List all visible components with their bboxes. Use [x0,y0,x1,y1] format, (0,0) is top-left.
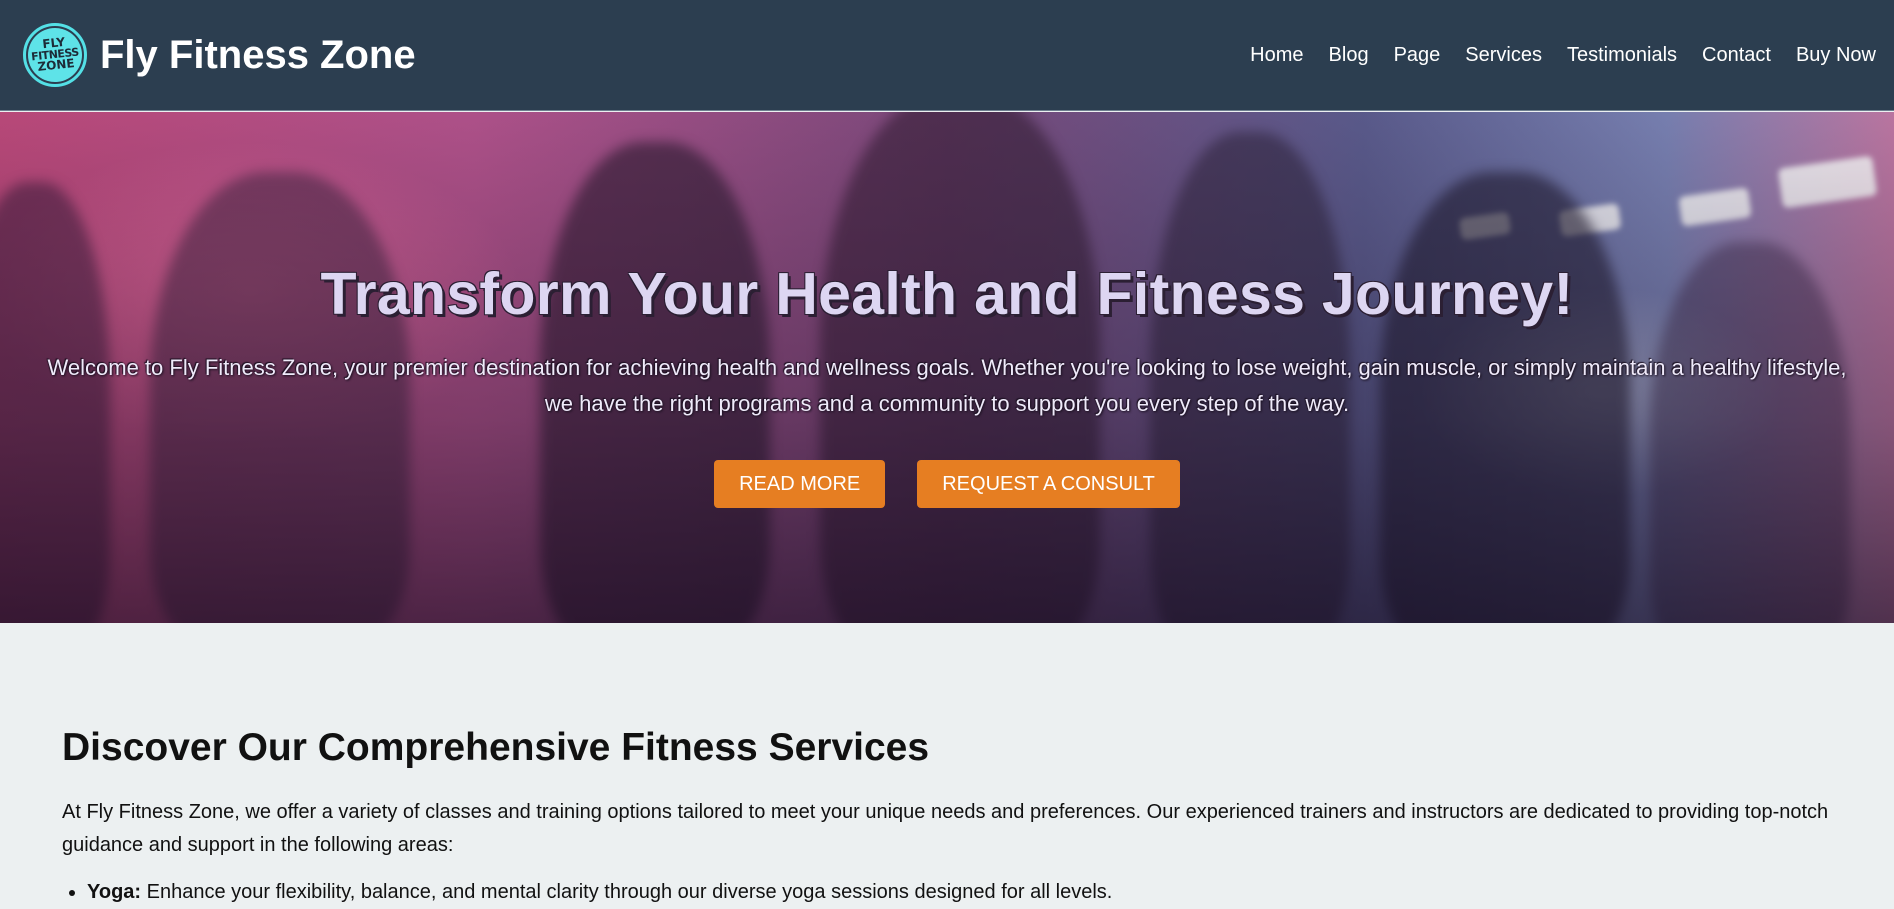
hero-button-group: READ MORE REQUEST A CONSULT [698,460,1196,508]
logo[interactable]: FLY FITNESS ZONE [23,23,87,87]
nav-link-home[interactable]: Home [1250,44,1303,67]
hero-banner: Transform Your Health and Fitness Journe… [0,112,1894,623]
main-nav: Home Blog Page Services Testimonials Con… [1225,44,1876,67]
services-title: Discover Our Comprehensive Fitness Servi… [62,726,930,769]
list-item: Yoga: Enhance your flexibility, balance,… [87,876,1832,909]
hero-title: Transform Your Health and Fitness Journe… [320,261,1574,327]
services-intro: At Fly Fitness Zone, we offer a variety … [62,801,1829,856]
nav-link-blog[interactable]: Blog [1329,44,1369,67]
nav-link-buy-now[interactable]: Buy Now [1796,44,1876,67]
brand[interactable]: FLY FITNESS ZONE Fly Fitness Zone [23,23,416,87]
read-more-button[interactable]: READ MORE [714,460,886,508]
services-section: Discover Our Comprehensive Fitness Servi… [0,623,1894,906]
nav-link-page[interactable]: Page [1394,44,1441,67]
request-consult-button[interactable]: REQUEST A CONSULT [917,460,1180,508]
brand-name[interactable]: Fly Fitness Zone [100,33,416,78]
nav-link-testimonials[interactable]: Testimonials [1567,44,1677,67]
service-description: Enhance your flexibility, balance, and m… [141,881,1113,903]
services-list: Yoga: Enhance your flexibility, balance,… [62,876,1832,909]
hero-content: Transform Your Health and Fitness Journe… [0,112,1894,623]
nav-link-contact[interactable]: Contact [1702,44,1771,67]
logo-text-line: ZONE [36,56,76,75]
hero-description: Welcome to Fly Fitness Zone, your premie… [47,355,1847,416]
nav-link-services[interactable]: Services [1465,44,1542,67]
site-header: FLY FITNESS ZONE Fly Fitness Zone Home B… [0,0,1894,111]
service-name: Yoga: [87,881,142,903]
logo-badge: FLY FITNESS ZONE [25,25,85,85]
